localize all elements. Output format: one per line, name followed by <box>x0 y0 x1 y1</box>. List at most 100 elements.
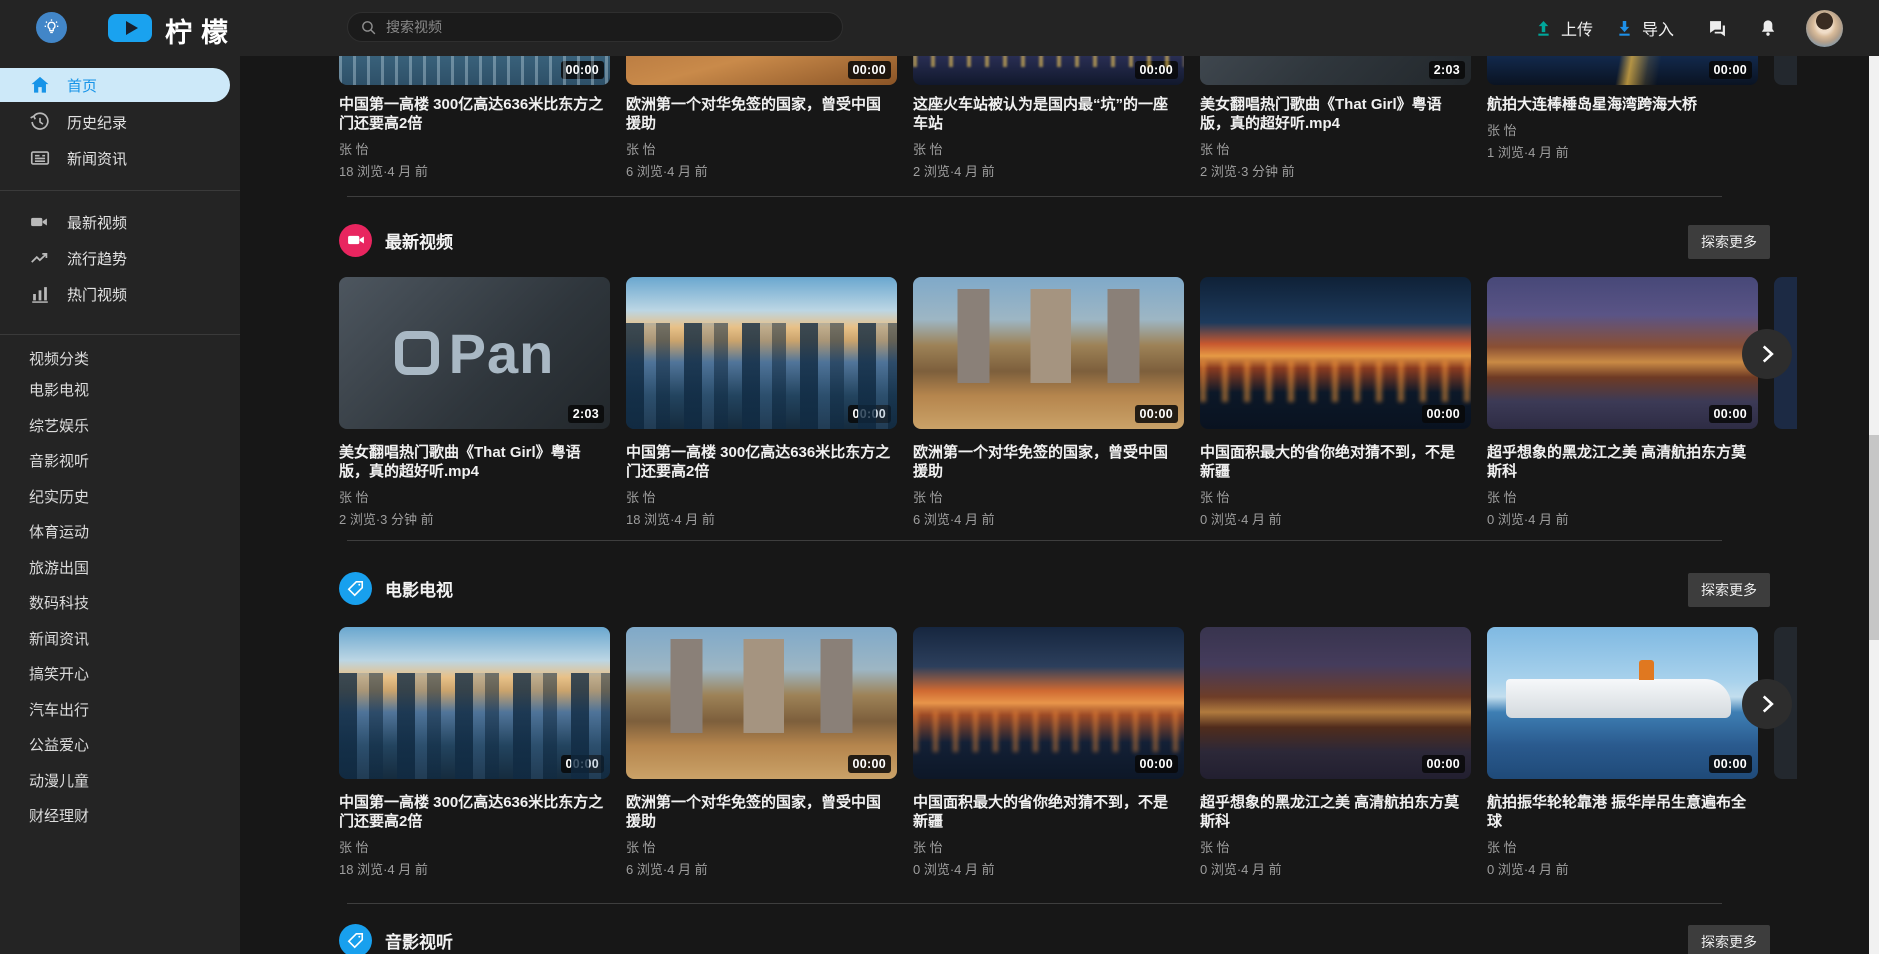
sidebar-category[interactable]: 数码科技 <box>0 585 240 621</box>
messages-icon[interactable] <box>1707 18 1728 39</box>
video-thumbnail[interactable]: 00:00 <box>1487 277 1758 429</box>
video-thumbnail[interactable]: 00:00 <box>913 277 1184 429</box>
video-title[interactable]: 中国第一高楼 300亿高达636米比东方之门还要高2倍 <box>626 443 895 481</box>
video-thumbnail[interactable]: 00:00 <box>626 277 897 429</box>
video-author[interactable]: 张 怡 <box>626 837 897 856</box>
video-thumbnail[interactable]: 2:03 Pan <box>339 277 610 429</box>
video-card[interactable]: 00:00 中国第一高楼 300亿高达636米比东方之门还要高2倍 张 怡 18… <box>339 56 610 180</box>
scrollbar-thumb[interactable] <box>1869 435 1879 640</box>
sidebar-item-news[interactable]: 新闻资讯 <box>0 140 240 176</box>
video-title[interactable]: 超乎想象的黑龙江之美 高清航拍东方莫斯科 <box>1200 793 1469 831</box>
sidebar-item-home[interactable]: 首页 <box>0 68 230 102</box>
video-author[interactable]: 张 怡 <box>913 139 1184 158</box>
notifications-icon[interactable] <box>1758 18 1778 38</box>
video-card[interactable]: 00:00 欧洲第一个对华免签的国家，曾受中国援助 张 怡 6 浏览·4 月 前 <box>626 56 897 180</box>
video-thumbnail[interactable]: 00:00 <box>1487 627 1758 779</box>
video-card[interactable] <box>1774 277 1797 528</box>
sidebar-category[interactable]: 新闻资讯 <box>0 621 240 657</box>
video-card[interactable]: 00:00 超乎想象的黑龙江之美 高清航拍东方莫斯科 张 怡 0 浏览·4 月 … <box>1200 627 1471 878</box>
sidebar-item-history[interactable]: 历史纪录 <box>0 104 240 140</box>
video-author[interactable]: 张 怡 <box>626 139 897 158</box>
video-thumbnail[interactable]: 00:00 <box>339 56 610 85</box>
video-author[interactable]: 张 怡 <box>339 487 610 506</box>
video-author[interactable]: 张 怡 <box>339 837 610 856</box>
video-title[interactable]: 美女翻唱热门歌曲《That Girl》粤语版，真的超好听.mp4 <box>1200 95 1469 133</box>
video-title[interactable]: 中国第一高楼 300亿高达636米比东方之门还要高2倍 <box>339 95 608 133</box>
search-input[interactable] <box>386 19 830 35</box>
sidebar-category[interactable]: 公益爱心 <box>0 727 240 763</box>
video-author[interactable]: 张 怡 <box>1487 487 1758 506</box>
video-card[interactable]: 00:00 欧洲第一个对华免签的国家，曾受中国援助 张 怡 6 浏览·4 月 前 <box>626 627 897 878</box>
video-thumbnail[interactable]: 00:00 <box>1200 627 1471 779</box>
video-card[interactable]: 00:00 这座火车站被认为是国内最“坑”的一座车站 张 怡 2 浏览·4 月 … <box>913 56 1184 180</box>
lightbulb-logo-icon[interactable] <box>36 12 67 43</box>
video-author[interactable]: 张 怡 <box>1200 837 1471 856</box>
video-card[interactable]: 00:00 中国面积最大的省你绝对猜不到，不是新疆 张 怡 0 浏览·4 月 前 <box>1200 277 1471 528</box>
user-avatar[interactable] <box>1806 10 1843 47</box>
sidebar-item-chart[interactable]: 热门视频 <box>0 276 240 312</box>
video-thumbnail[interactable]: 00:00 <box>626 627 897 779</box>
video-author[interactable]: 张 怡 <box>339 139 610 158</box>
video-author[interactable]: 张 怡 <box>913 837 1184 856</box>
video-thumbnail[interactable]: 00:00 <box>913 627 1184 779</box>
video-title[interactable]: 航拍大连棒棰岛星海湾跨海大桥 <box>1487 95 1756 114</box>
video-card[interactable]: 00:00 航拍大连棒棰岛星海湾跨海大桥 张 怡 1 浏览·4 月 前 <box>1487 56 1758 180</box>
sidebar-category[interactable]: 音影视听 <box>0 443 240 479</box>
upload-button[interactable]: 上传 <box>1534 16 1593 40</box>
video-row: 00:00 中国第一高楼 300亿高达636米比东方之门还要高2倍 张 怡 18… <box>339 56 1797 180</box>
video-author[interactable]: 张 怡 <box>1200 139 1471 158</box>
video-author[interactable]: 张 怡 <box>913 487 1184 506</box>
video-title[interactable]: 超乎想象的黑龙江之美 高清航拍东方莫斯科 <box>1487 443 1756 481</box>
carousel-next-button[interactable] <box>1742 329 1792 379</box>
video-thumbnail[interactable]: 2:03 Pan <box>1200 56 1471 85</box>
video-card[interactable]: 2:03 Pan 美女翻唱热门歌曲《That Girl》粤语版，真的超好听.mp… <box>1200 56 1471 180</box>
video-thumbnail[interactable]: 00:00 <box>1200 277 1471 429</box>
sidebar-category[interactable]: 纪实历史 <box>0 479 240 515</box>
video-title[interactable]: 中国面积最大的省你绝对猜不到，不是新疆 <box>913 793 1182 831</box>
video-title[interactable]: 航拍振华轮轮靠港 振华岸吊生意遍布全球 <box>1487 793 1756 831</box>
video-thumbnail[interactable]: 00:00 <box>626 56 897 85</box>
sidebar-category[interactable]: 财经理财 <box>0 798 240 834</box>
explore-more-button[interactable]: 探索更多 <box>1688 573 1770 607</box>
video-card[interactable]: 00:00 中国面积最大的省你绝对猜不到，不是新疆 张 怡 0 浏览·4 月 前 <box>913 627 1184 878</box>
sidebar-item-camera[interactable]: 最新视频 <box>0 204 240 240</box>
video-thumbnail[interactable]: 00:00 <box>339 627 610 779</box>
video-author[interactable]: 张 怡 <box>1487 837 1758 856</box>
video-card[interactable]: 00:00 超乎想象的黑龙江之美 高清航拍东方莫斯科 张 怡 0 浏览·4 月 … <box>1487 277 1758 528</box>
video-thumbnail[interactable] <box>1774 56 1797 85</box>
video-card[interactable] <box>1774 56 1797 180</box>
video-card[interactable]: 00:00 中国第一高楼 300亿高达636米比东方之门还要高2倍 张 怡 18… <box>339 627 610 878</box>
sidebar-category[interactable]: 动漫儿童 <box>0 763 240 799</box>
search-bar[interactable] <box>347 12 843 42</box>
sidebar-category[interactable]: 汽车出行 <box>0 692 240 728</box>
import-button[interactable]: 导入 <box>1615 16 1674 40</box>
video-title[interactable]: 中国第一高楼 300亿高达636米比东方之门还要高2倍 <box>339 793 608 831</box>
video-card[interactable]: 00:00 欧洲第一个对华免签的国家，曾受中国援助 张 怡 6 浏览·4 月 前 <box>913 277 1184 528</box>
sidebar-category[interactable]: 旅游出国 <box>0 550 240 586</box>
explore-more-button[interactable]: 探索更多 <box>1688 925 1770 954</box>
video-title[interactable]: 欧洲第一个对华免签的国家，曾受中国援助 <box>913 443 1182 481</box>
video-author[interactable]: 张 怡 <box>626 487 897 506</box>
video-card[interactable]: 2:03 Pan 美女翻唱热门歌曲《That Girl》粤语版，真的超好听.mp… <box>339 277 610 528</box>
video-title[interactable]: 美女翻唱热门歌曲《That Girl》粤语版，真的超好听.mp4 <box>339 443 608 481</box>
carousel-next-button[interactable] <box>1742 679 1792 729</box>
video-card[interactable]: 00:00 航拍振华轮轮靠港 振华岸吊生意遍布全球 张 怡 0 浏览·4 月 前 <box>1487 627 1758 878</box>
video-thumbnail[interactable]: 00:00 <box>1487 56 1758 85</box>
scrollbar[interactable] <box>1869 56 1879 954</box>
sidebar-item-trend[interactable]: 流行趋势 <box>0 240 240 276</box>
sidebar-category[interactable]: 体育运动 <box>0 514 240 550</box>
video-author[interactable]: 张 怡 <box>1487 120 1758 139</box>
video-title[interactable]: 这座火车站被认为是国内最“坑”的一座车站 <box>913 95 1182 133</box>
video-card[interactable]: 00:00 中国第一高楼 300亿高达636米比东方之门还要高2倍 张 怡 18… <box>626 277 897 528</box>
play-logo-icon[interactable] <box>108 14 152 42</box>
video-thumbnail[interactable]: 00:00 <box>913 56 1184 85</box>
explore-more-button[interactable]: 探索更多 <box>1688 225 1770 259</box>
sidebar-category[interactable]: 综艺娱乐 <box>0 408 240 444</box>
video-title[interactable]: 欧洲第一个对华免签的国家，曾受中国援助 <box>626 95 895 133</box>
sidebar-category[interactable]: 电影电视 <box>0 372 240 408</box>
video-title[interactable]: 中国面积最大的省你绝对猜不到，不是新疆 <box>1200 443 1469 481</box>
video-author[interactable]: 张 怡 <box>1200 487 1471 506</box>
video-card[interactable] <box>1774 627 1797 878</box>
video-title[interactable]: 欧洲第一个对华免签的国家，曾受中国援助 <box>626 793 895 831</box>
sidebar-category[interactable]: 搞笑开心 <box>0 656 240 692</box>
